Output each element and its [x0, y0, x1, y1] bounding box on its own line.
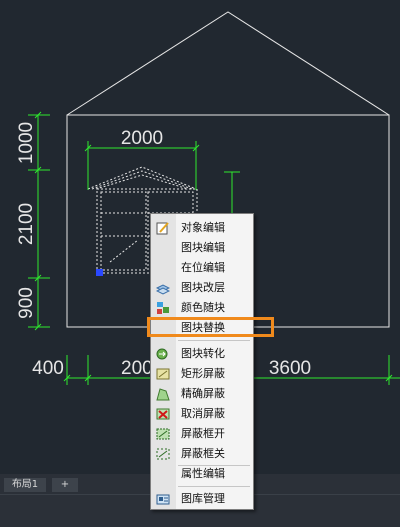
menu-item-block-convert[interactable]: 图块转化: [151, 344, 253, 364]
menu-item-label: 图库管理: [181, 492, 225, 505]
menu-item-label: 取消屏蔽: [181, 407, 225, 420]
context-menu: 对象编辑 图块编辑 在位编辑 图块改层 颜色随块 图块替换 图块转化 矩形屏蔽 …: [150, 213, 254, 510]
dim-bottom-right: 3600: [269, 358, 311, 379]
library-manager-icon: [156, 494, 170, 505]
color-by-block-icon: [157, 302, 169, 314]
menu-item-label: 对象编辑: [181, 221, 225, 234]
menu-item-label: 在位编辑: [181, 261, 225, 274]
block-layer-icon: [156, 284, 170, 295]
add-layout-tab-button[interactable]: +: [52, 478, 78, 492]
menu-item-label: 图块改层: [181, 281, 225, 294]
tab-layout1[interactable]: 布局1: [4, 478, 46, 492]
menu-item-color-by-block[interactable]: 颜色随块: [151, 298, 253, 318]
menu-item-label: 颜色随块: [181, 301, 225, 314]
menu-item-label: 属性编辑: [181, 467, 225, 480]
block-convert-icon: [156, 348, 168, 360]
menu-item-library-manager[interactable]: 图库管理: [151, 489, 253, 509]
dim-left-middle: 2100: [16, 203, 37, 245]
menu-item-block-edit[interactable]: 图块编辑: [151, 238, 253, 258]
menu-item-in-place-edit[interactable]: 在位编辑: [151, 258, 253, 278]
menu-item-label: 图块编辑: [181, 241, 225, 254]
menu-item-attribute-edit[interactable]: 属性编辑: [151, 464, 253, 484]
menu-item-cancel-mask[interactable]: 取消屏蔽: [151, 404, 253, 424]
highlight-box-block-replace: [147, 317, 274, 337]
menu-item-mask-frame-off[interactable]: 屏蔽框关: [151, 444, 253, 464]
mask-frame-on-icon: [156, 428, 170, 440]
dim-left-upper: 1000: [16, 122, 37, 164]
menu-separator: [178, 340, 250, 341]
menu-item-label: 图块转化: [181, 347, 225, 360]
menu-item-precise-mask[interactable]: 精确屏蔽: [151, 384, 253, 404]
menu-separator: [178, 486, 250, 487]
menu-item-block-layer[interactable]: 图块改层: [151, 278, 253, 298]
dim-bottom-left: 400: [32, 358, 64, 379]
menu-item-label: 矩形屏蔽: [181, 367, 225, 380]
precise-mask-icon: [156, 388, 170, 401]
edit-object-icon: [156, 222, 169, 235]
dim-left-lower: 900: [16, 287, 37, 319]
menu-item-label: 精确屏蔽: [181, 387, 225, 400]
mask-frame-off-icon: [156, 448, 170, 460]
menu-item-label: 屏蔽框关: [181, 447, 225, 460]
cancel-mask-icon: [156, 408, 170, 420]
dim-bottom-middle: 200: [121, 358, 153, 379]
menu-item-mask-frame-on[interactable]: 屏蔽框开: [151, 424, 253, 444]
menu-item-rect-mask[interactable]: 矩形屏蔽: [151, 364, 253, 384]
dim-top-width: 2000: [121, 128, 163, 149]
menu-item-label: 屏蔽框开: [181, 427, 225, 440]
rect-mask-icon: [156, 368, 170, 380]
grip-point[interactable]: [96, 269, 103, 276]
menu-item-object-edit[interactable]: 对象编辑: [151, 218, 253, 238]
